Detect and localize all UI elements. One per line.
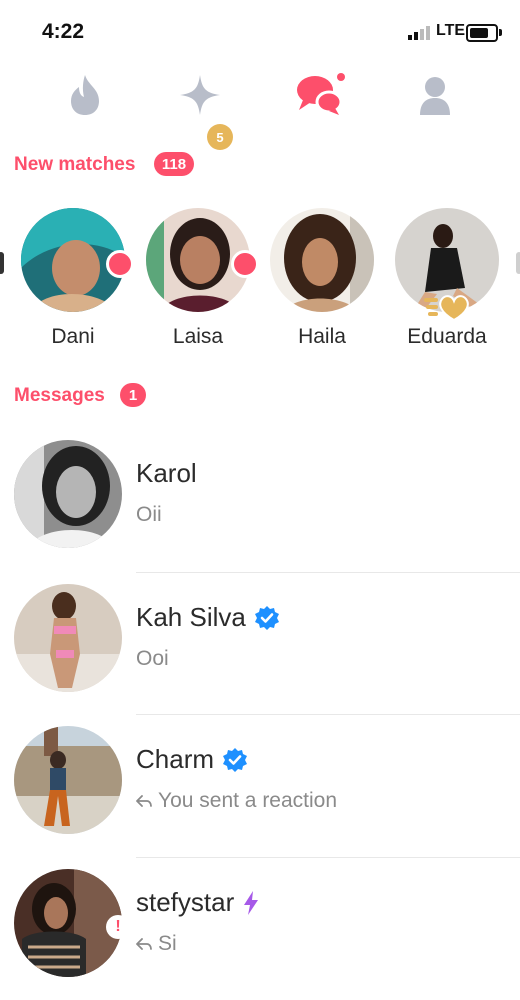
battery-tip: [499, 29, 502, 36]
new-matches-heading: New matches: [14, 154, 136, 175]
messages-heading: Messages: [14, 385, 105, 406]
profile-tab[interactable]: [400, 60, 470, 130]
clock: 4:22: [42, 20, 85, 43]
message-avatar: [14, 440, 122, 548]
match-name: Eduarda: [407, 325, 487, 348]
top-nav: 5: [0, 60, 520, 150]
battery-icon: [466, 24, 498, 42]
message-preview-row: You sent a reaction: [136, 789, 337, 813]
online-indicator: [231, 250, 259, 278]
message-preview-row: Si: [136, 932, 177, 956]
message-name-row: Karol: [136, 458, 197, 489]
next-match-peek: [516, 252, 520, 274]
message-preview: Ooi: [136, 647, 169, 670]
message-preview: Oii: [136, 503, 162, 526]
message-row[interactable]: ! stefystar Si: [0, 857, 520, 999]
message-preview: You sent a reaction: [158, 789, 338, 812]
top-picks-badge: 5: [207, 124, 233, 150]
lightning-bolt-icon: [244, 890, 259, 915]
message-avatar: [14, 584, 122, 692]
message-name-row: Charm: [136, 744, 248, 775]
new-matches-carousel[interactable]: Dani Laisa Haila Eduarda: [0, 200, 520, 360]
unread-alert-badge: !: [106, 915, 130, 939]
signal-icon: [408, 26, 430, 40]
flame-icon: [71, 75, 99, 115]
message-name-row: stefystar: [136, 887, 260, 918]
contact-name: Kah Silva: [136, 602, 246, 632]
match-name: Dani: [51, 325, 95, 348]
message-row[interactable]: Kah Silva Ooi: [0, 572, 520, 714]
match-card[interactable]: Laisa: [133, 200, 263, 360]
prev-match-peek: [0, 252, 4, 274]
new-matches-count: 118: [154, 152, 194, 176]
match-card[interactable]: Eduarda: [382, 200, 512, 360]
message-avatar: [14, 726, 122, 834]
message-row[interactable]: Karol Oii: [0, 428, 520, 570]
network-label: LTE: [436, 22, 466, 39]
verified-badge-icon: [254, 605, 279, 630]
message-name-row: Kah Silva: [136, 602, 280, 633]
super-like-heart-icon: [424, 295, 469, 322]
match-card[interactable]: Haila: [257, 200, 387, 360]
sparkle-icon: [180, 75, 220, 115]
match-name: Laisa: [172, 325, 224, 348]
chat-bubbles-icon: [297, 73, 345, 115]
contact-name: Charm: [136, 744, 215, 774]
verified-badge-icon: [223, 747, 248, 772]
top-picks-tab[interactable]: [165, 60, 235, 130]
reply-arrow-icon: [136, 938, 152, 950]
contact-name: stefystar: [136, 887, 235, 917]
status-bar: 4:22 LTE: [0, 0, 520, 60]
match-avatar: [270, 208, 374, 312]
reply-arrow-icon: [136, 795, 152, 807]
message-preview-row: Oii: [136, 503, 162, 527]
tinder-flame-tab[interactable]: [50, 60, 120, 130]
online-indicator: [106, 250, 134, 278]
message-preview-row: Ooi: [136, 647, 169, 671]
message-row[interactable]: Charm You sent a reaction: [0, 714, 520, 856]
contact-name: Karol: [136, 458, 197, 488]
match-name: Haila: [298, 325, 346, 348]
messages-count: 1: [120, 383, 146, 407]
match-card[interactable]: Dani: [8, 200, 138, 360]
messages-tab[interactable]: [285, 60, 355, 130]
message-preview: Si: [158, 932, 177, 955]
person-icon: [420, 77, 450, 115]
